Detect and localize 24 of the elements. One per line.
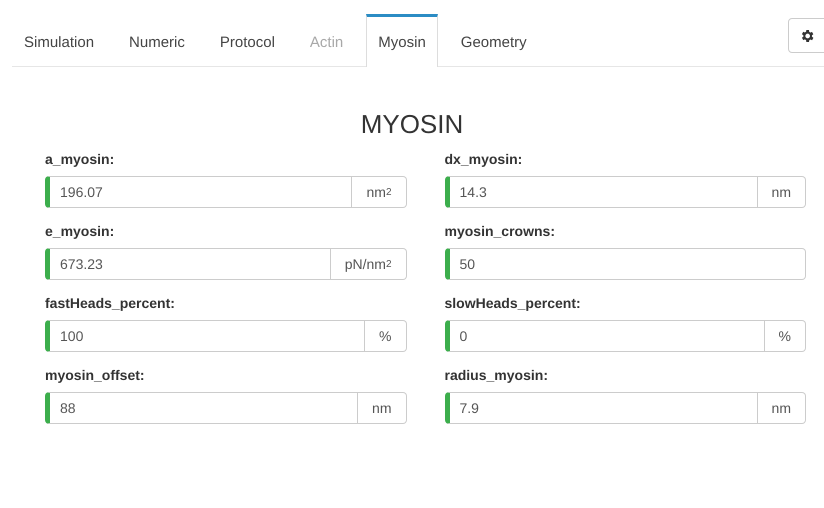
input-field[interactable]: 673.23 [45,248,331,280]
input-field[interactable]: 7.9 [444,392,758,424]
field-label: myosin_offset: [45,367,146,384]
field-label: myosin_crowns: [444,223,556,240]
field-label: fastHeads_percent: [45,295,176,312]
field-label: dx_myosin: [444,151,524,168]
input-field[interactable]: 100 [45,320,366,352]
unit-label: % [764,320,806,352]
unit-label: nm [758,176,806,208]
section-title: MYOSIN [360,108,464,141]
settings-icon [799,28,815,44]
field-label: radius_myosin: [444,367,549,384]
field-label: e_myosin: [45,223,116,240]
unit-label: nm [758,392,806,424]
unit-label: nm [358,392,406,424]
input-field[interactable]: 14.3 [444,176,758,208]
tab[interactable]: Myosin [366,14,438,67]
field-label: slowHeads_percent: [444,295,582,312]
input-field[interactable]: 88 [45,392,358,424]
unit-label: % [365,320,406,352]
input-field[interactable]: 0 [444,320,765,352]
field-label: a_myosin: [45,151,116,168]
input-field[interactable]: 50 [444,248,806,280]
input-field[interactable]: 196.07 [45,176,352,208]
